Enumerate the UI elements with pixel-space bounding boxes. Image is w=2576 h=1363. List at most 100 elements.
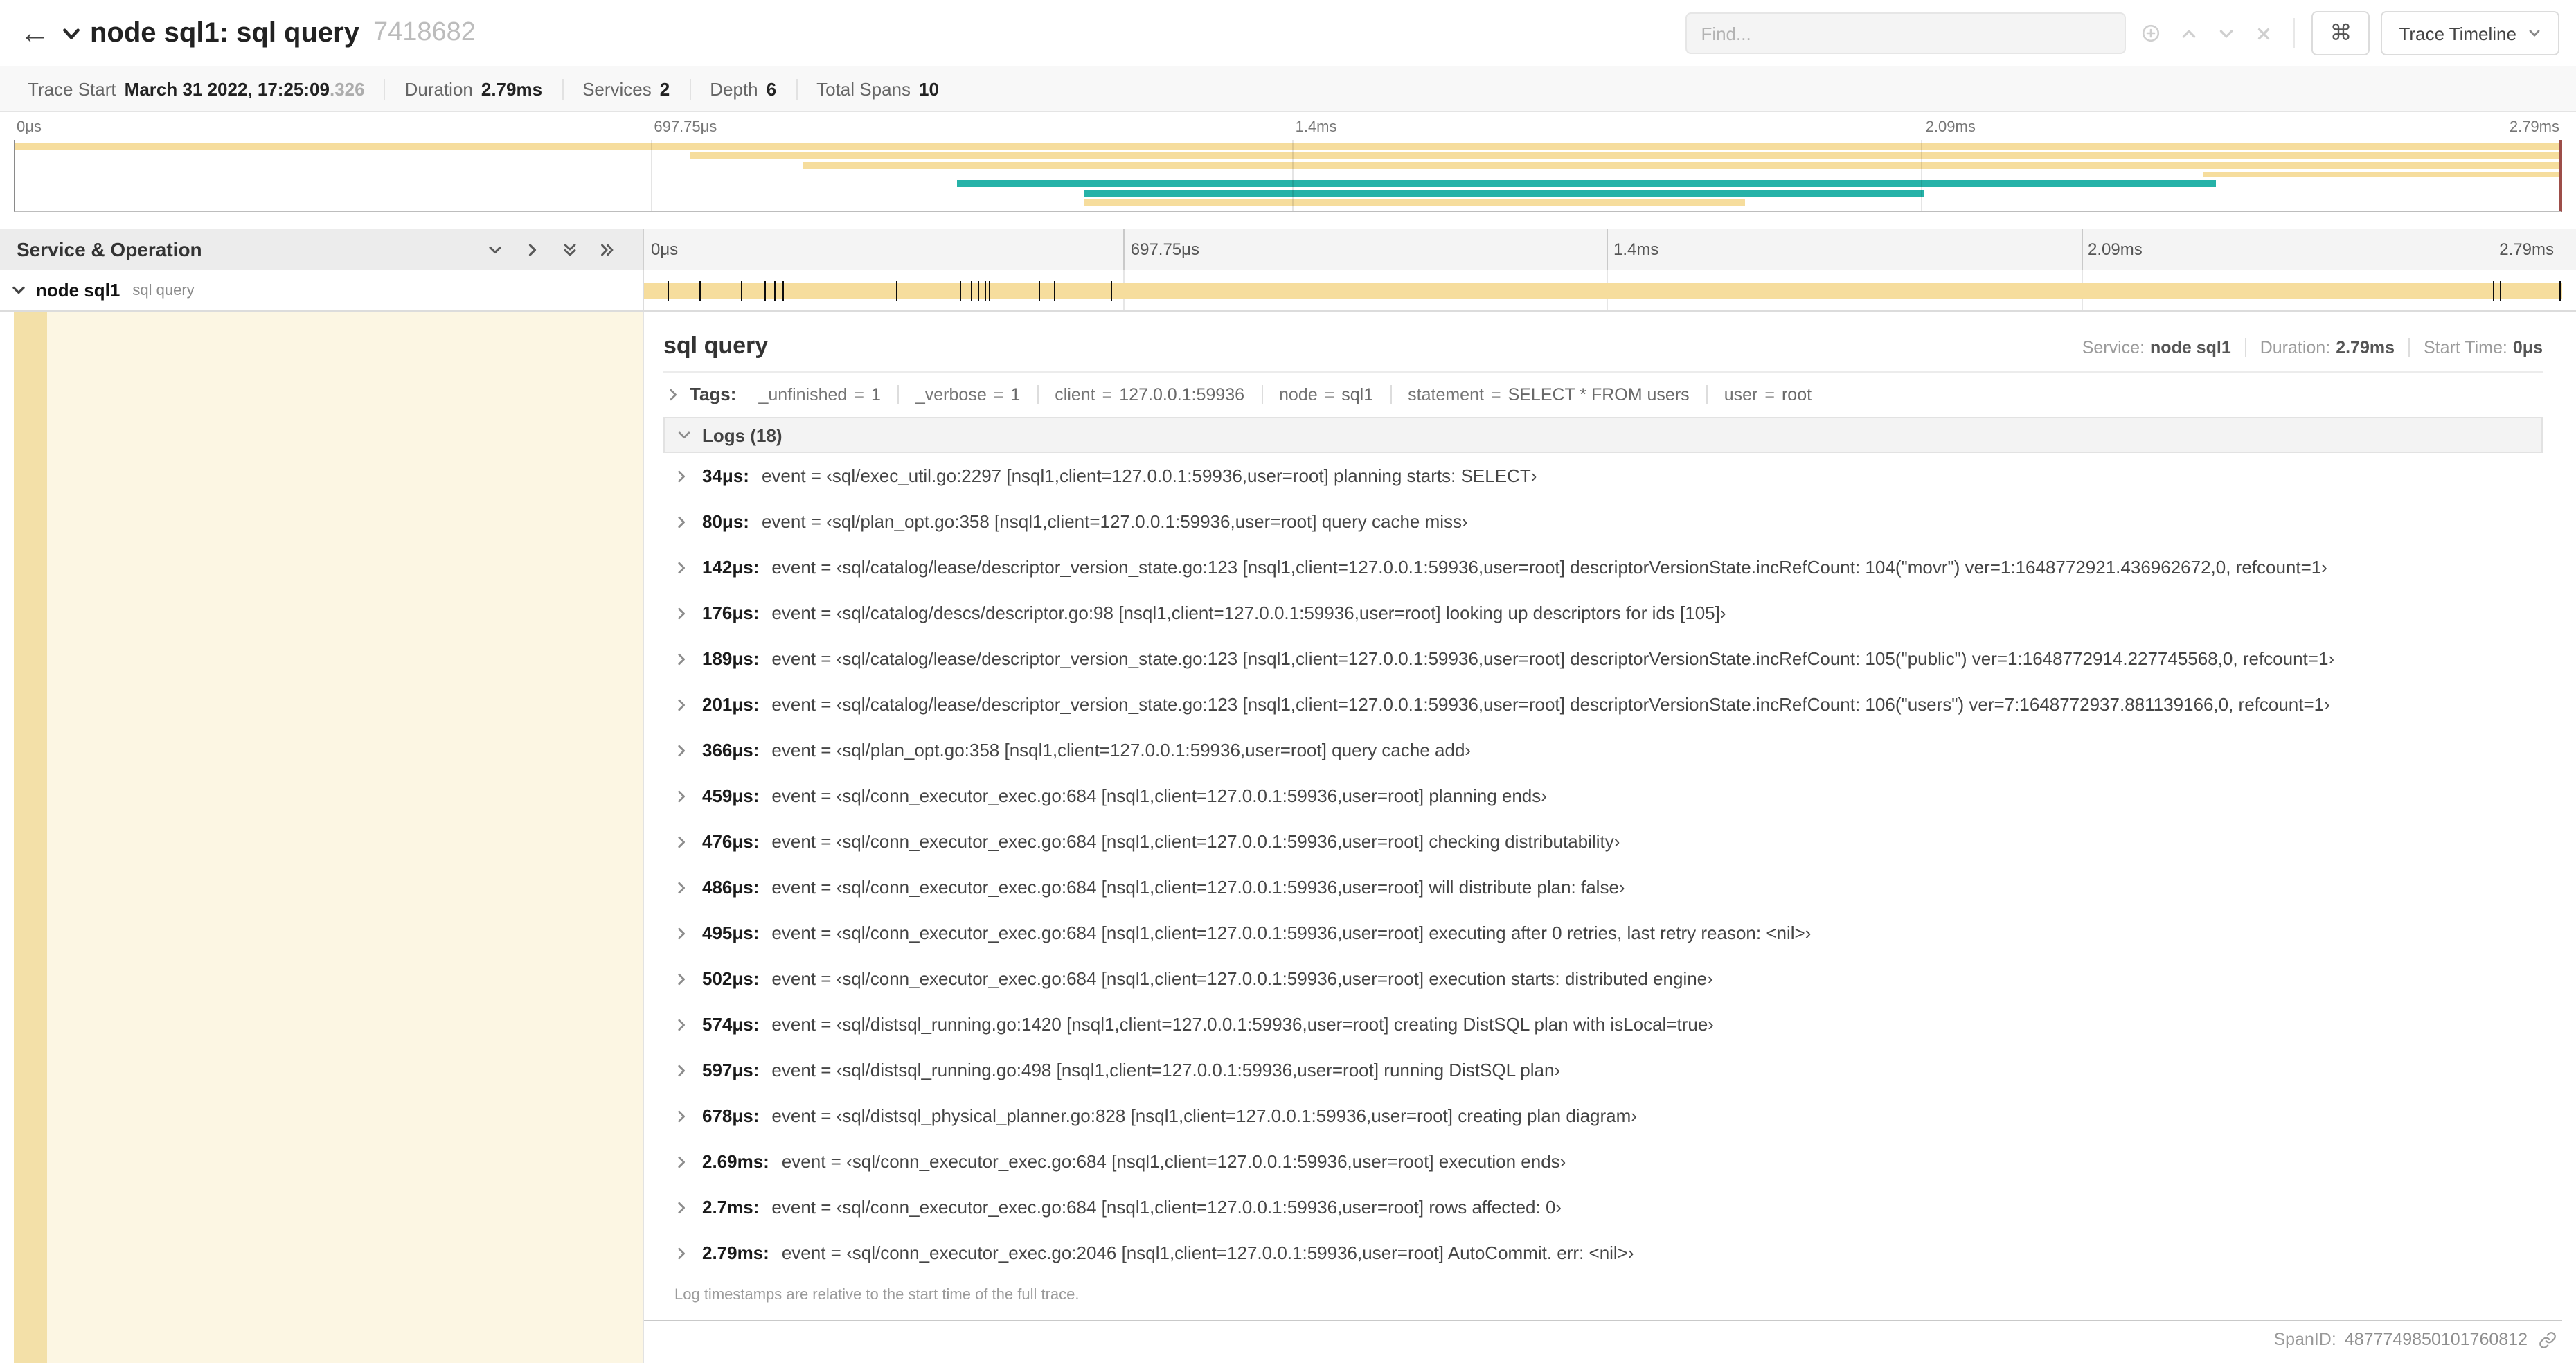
log-marker xyxy=(699,280,701,300)
keyboard-shortcuts-button[interactable]: ⌘ xyxy=(2311,11,2370,55)
collapse-one-button[interactable] xyxy=(488,242,503,257)
summary-value: 2.79ms xyxy=(481,78,543,99)
log-time: 201μs: xyxy=(702,694,760,715)
log-marker xyxy=(895,280,897,300)
log-entry[interactable]: 189μs: event = ‹sql/catalog/lease/descri… xyxy=(663,636,2543,682)
collapse-trace-button[interactable] xyxy=(61,23,82,44)
log-entry[interactable]: 597μs: event = ‹sql/distsql_running.go:4… xyxy=(663,1047,2543,1093)
tag-item: user = root xyxy=(1706,384,1828,404)
span-name-cell[interactable]: node sql1 sql query xyxy=(0,270,644,310)
log-text: event = ‹sql/catalog/lease/descriptor_ve… xyxy=(771,648,2335,669)
log-entry[interactable]: 2.7ms: event = ‹sql/conn_executor_exec.g… xyxy=(663,1184,2543,1230)
command-icon: ⌘ xyxy=(2329,22,2352,46)
log-text: event = ‹sql/conn_executor_exec.go:684 [… xyxy=(771,968,1713,989)
expand-all-button[interactable] xyxy=(600,242,615,257)
prev-result-button[interactable] xyxy=(2176,20,2202,46)
minimap-span-row xyxy=(15,190,2559,197)
meta-label: Duration: xyxy=(2260,338,2331,357)
log-text: event = ‹sql/distsql_running.go:1420 [ns… xyxy=(771,1014,1714,1035)
minimap-scrubber-right[interactable] xyxy=(2557,140,2565,211)
expand-one-button[interactable] xyxy=(525,242,540,257)
log-entry[interactable]: 678μs: event = ‹sql/distsql_physical_pla… xyxy=(663,1093,2543,1139)
meta-label: Service: xyxy=(2082,338,2145,357)
log-entry[interactable]: 201μs: event = ‹sql/catalog/lease/descri… xyxy=(663,682,2543,727)
chevron-right-icon xyxy=(674,1246,688,1260)
close-icon xyxy=(2258,27,2270,39)
zoom-to-match-button[interactable] xyxy=(2137,19,2165,47)
log-entry[interactable]: 142μs: event = ‹sql/catalog/lease/descri… xyxy=(663,544,2543,590)
log-entry[interactable]: 2.69ms: event = ‹sql/conn_executor_exec.… xyxy=(663,1139,2543,1184)
trace-minimap: 0μs 697.75μs 1.4ms 2.09ms 2.79ms xyxy=(0,112,2576,229)
minimap-canvas[interactable] xyxy=(14,140,2562,212)
log-time: 574μs: xyxy=(702,1014,760,1035)
log-entry[interactable]: 80μs: event = ‹sql/plan_opt.go:358 [nsql… xyxy=(663,499,2543,544)
trace-header: ← node sql1: sql query 7418682 ⌘ xyxy=(0,0,2576,66)
find-input[interactable] xyxy=(1685,12,2127,54)
log-text: event = ‹sql/catalog/descs/descriptor.go… xyxy=(771,603,1726,623)
log-entry[interactable]: 502μs: event = ‹sql/conn_executor_exec.g… xyxy=(663,956,2543,1001)
tag-value: SELECT * FROM users xyxy=(1508,384,1690,404)
log-marker xyxy=(741,280,743,300)
span-collapse-toggle[interactable] xyxy=(11,283,26,298)
timeline-collapse-controls xyxy=(488,242,629,257)
meta-label: Start Time: xyxy=(2424,338,2507,357)
span-row[interactable]: node sql1 sql query xyxy=(0,270,2576,312)
summary-label: Duration xyxy=(404,78,473,99)
span-meta-item: Service: node sql1 xyxy=(2068,338,2245,357)
tags-list: _unfinished = 1 _verbose = 1 client = 127.0.0.… xyxy=(742,384,1828,404)
logs-footnote: Log timestamps are relative to the start… xyxy=(674,1287,1080,1303)
chevron-right-icon xyxy=(674,697,688,711)
minimap-tick-label: 0μs xyxy=(17,119,42,136)
log-marker xyxy=(1054,280,1056,300)
span-detail-title: sql query xyxy=(663,332,769,359)
minimap-tick-label: 2.09ms xyxy=(1925,119,1976,136)
log-entry[interactable]: 486μs: event = ‹sql/conn_executor_exec.g… xyxy=(663,864,2543,910)
log-marker xyxy=(971,280,973,300)
tag-value: root xyxy=(1781,384,1812,404)
clear-find-button[interactable] xyxy=(2251,20,2277,46)
span-id-row: SpanID: 4877749850101760812 xyxy=(644,1321,2562,1357)
log-entry[interactable]: 176μs: event = ‹sql/catalog/descs/descri… xyxy=(663,590,2543,636)
chevron-up-icon xyxy=(2183,29,2196,37)
chevron-right-icon xyxy=(674,1200,688,1214)
log-entry[interactable]: 2.79ms: event = ‹sql/conn_executor_exec.… xyxy=(663,1230,2543,1276)
minimap-span-bar xyxy=(2203,171,2559,178)
log-list: 34μs: event = ‹sql/exec_util.go:2297 [ns… xyxy=(663,453,2543,1276)
log-marker xyxy=(959,280,961,300)
log-entry[interactable]: 574μs: event = ‹sql/distsql_running.go:1… xyxy=(663,1001,2543,1047)
tag-key: statement xyxy=(1408,384,1484,404)
deep-link-button[interactable] xyxy=(2539,1330,2557,1348)
log-entry[interactable]: 476μs: event = ‹sql/conn_executor_exec.g… xyxy=(663,819,2543,864)
log-marker xyxy=(1038,280,1040,300)
minimap-tick-row: 0μs 697.75μs 1.4ms 2.09ms 2.79ms xyxy=(14,118,2562,140)
tag-item: statement = SELECT * FROM users xyxy=(1390,384,1706,404)
log-time: 366μs: xyxy=(702,740,760,760)
minimap-span-bar xyxy=(15,143,2559,150)
tags-toggle-row[interactable]: Tags: _unfinished = 1 _verbose = 1 client = 12… xyxy=(663,371,2543,417)
span-bar-cell[interactable] xyxy=(644,270,2576,310)
back-button[interactable]: ← xyxy=(8,7,61,60)
log-entry[interactable]: 495μs: event = ‹sql/conn_executor_exec.g… xyxy=(663,910,2543,956)
log-marker xyxy=(1110,280,1112,300)
trace-view-select[interactable]: Trace Timeline xyxy=(2381,11,2559,55)
log-entry[interactable]: 366μs: event = ‹sql/plan_opt.go:358 [nsq… xyxy=(663,727,2543,773)
next-result-button[interactable] xyxy=(2213,20,2239,46)
log-time: 502μs: xyxy=(702,968,760,989)
summary-label: Depth xyxy=(710,78,758,99)
chevron-down-icon xyxy=(489,245,501,253)
meta-value: 2.79ms xyxy=(2336,338,2395,357)
log-time: 459μs: xyxy=(702,785,760,806)
minimap-scrubber-left[interactable] xyxy=(11,140,19,211)
minimap-tick-label: 2.79ms xyxy=(2509,119,2559,136)
tag-key: _unfinished xyxy=(758,384,848,404)
log-marker xyxy=(773,280,776,300)
logs-label: Logs (18) xyxy=(702,425,782,445)
log-entry[interactable]: 459μs: event = ‹sql/conn_executor_exec.g… xyxy=(663,773,2543,819)
logs-toggle[interactable]: Logs (18) xyxy=(663,417,2543,453)
summary-label: Total Spans xyxy=(816,78,911,99)
minimap-span-row xyxy=(15,143,2559,150)
collapse-all-button[interactable] xyxy=(562,242,578,257)
span-detail-header: sql query Service: node sql1 Duration: 2.7… xyxy=(663,320,2543,371)
log-entry[interactable]: 34μs: event = ‹sql/exec_util.go:2297 [ns… xyxy=(663,453,2543,499)
chevron-right-icon xyxy=(674,560,688,574)
